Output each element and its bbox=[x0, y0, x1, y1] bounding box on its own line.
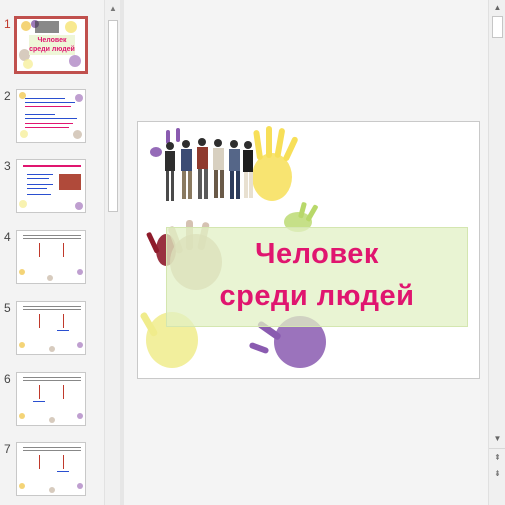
previous-slide-icon[interactable]: ⇞ bbox=[490, 451, 505, 465]
slide-number-2: 2 bbox=[4, 89, 11, 103]
slide-editor-pane[interactable]: Человек среди людей bbox=[124, 0, 488, 505]
slide-thumbnail-2[interactable] bbox=[16, 89, 86, 143]
slide-number-5: 5 bbox=[4, 301, 11, 315]
scroll-down-icon[interactable]: ▼ bbox=[490, 432, 505, 446]
thumbnails-scroll-thumb[interactable] bbox=[108, 20, 118, 212]
slide-number-3: 3 bbox=[4, 159, 11, 173]
slide-number-6: 6 bbox=[4, 372, 11, 386]
slide-thumbnail-6[interactable] bbox=[16, 372, 86, 426]
slide-number-1: 1 bbox=[4, 17, 11, 31]
slide-thumbnail-3[interactable] bbox=[16, 159, 86, 213]
editor-scroll-thumb[interactable] bbox=[492, 16, 503, 38]
slide-thumbnail-1[interactable]: Человек среди людей bbox=[14, 16, 88, 74]
slide-title-line1[interactable]: Человек bbox=[167, 238, 467, 271]
editor-scrollbar[interactable]: ▲ ▼ ⇞ ⇟ bbox=[488, 0, 505, 505]
slide-number-4: 4 bbox=[4, 230, 11, 244]
slide-title-line2[interactable]: среди людей bbox=[167, 280, 467, 313]
thumbnails-scrollbar[interactable]: ▲ bbox=[104, 0, 120, 505]
thumb-1-title-line1: Человек bbox=[37, 37, 67, 44]
slide-thumbnail-4[interactable] bbox=[16, 230, 86, 284]
slide-thumbnail-5[interactable] bbox=[16, 301, 86, 355]
next-slide-icon[interactable]: ⇟ bbox=[490, 467, 505, 481]
slide-number-7: 7 bbox=[4, 442, 11, 456]
thumb-1-title-line2: среди людей bbox=[29, 46, 75, 53]
scroll-up-icon[interactable]: ▲ bbox=[106, 2, 120, 16]
slide-thumbnails-pane[interactable]: 1 Человек среди людей 2 3 4 5 6 7 bbox=[0, 0, 104, 505]
slide-title-placeholder[interactable]: Человек среди людей bbox=[166, 227, 468, 327]
scroll-up-icon[interactable]: ▲ bbox=[490, 1, 505, 15]
slide-thumbnail-7[interactable] bbox=[16, 442, 86, 496]
current-slide-canvas[interactable]: Человек среди людей bbox=[137, 121, 480, 379]
powerpoint-window: 1 Человек среди людей 2 3 4 5 6 7 ▲ Чело… bbox=[0, 0, 505, 505]
